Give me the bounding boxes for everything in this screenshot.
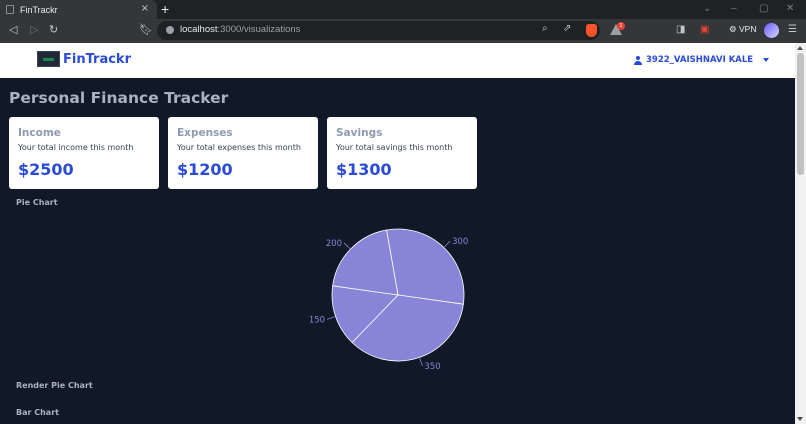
tab-search-icon[interactable]: ⌄ (703, 3, 711, 14)
logo-image[interactable] (37, 51, 60, 67)
rewards-badge: 1 (617, 22, 625, 30)
pie-label-line (419, 357, 423, 367)
close-window-icon[interactable]: ✕ (786, 3, 794, 14)
app-navbar: FinTrackr 3922_VAISHNAVI KALE (0, 43, 795, 78)
user-name: 3922_VAISHNAVI KALE (646, 55, 754, 65)
browser-tab[interactable]: FinTrackr × (0, 0, 157, 19)
tab-title: FinTrackr (20, 4, 58, 15)
expenses-card: Expenses Your total expenses this month … (168, 117, 318, 189)
vpn-button[interactable]: ⚙ VPN (729, 24, 756, 35)
pie-label: 350 (424, 362, 440, 372)
brave-wallet-icon[interactable] (764, 23, 779, 38)
browser-toolbar: ◁ ▷ ↻ 🔖︎ localhost:3000/visualizations ⌕… (0, 19, 806, 43)
address-bar[interactable]: localhost:3000/visualizations ⌕ ⇗ (157, 21, 600, 40)
scroll-thumb[interactable] (797, 53, 804, 175)
new-tab-button[interactable]: + (161, 1, 169, 17)
card-title: Expenses (177, 127, 233, 139)
brave-shields-icon[interactable] (586, 24, 597, 37)
card-subtitle: Your total income this month (18, 143, 134, 152)
maximize-icon[interactable]: ▢ (759, 3, 768, 14)
sidebar-toggle-icon[interactable]: ◨ (676, 24, 685, 35)
browser-tab-strip: FinTrackr × + ⌄ – ▢ ✕ (0, 0, 806, 19)
main-content: Personal Finance Tracker Income Your tot… (0, 78, 795, 424)
menu-icon[interactable]: ☰ (788, 24, 797, 35)
render-pie-chart-button[interactable]: Render Pie Chart (16, 381, 93, 390)
card-title: Savings (336, 127, 383, 139)
forward-icon[interactable]: ▷ (30, 23, 38, 36)
pie-label: 200 (326, 239, 342, 249)
user-menu[interactable]: 3922_VAISHNAVI KALE (634, 55, 770, 65)
scroll-up-icon[interactable] (797, 46, 803, 50)
page-scrollbar[interactable] (795, 43, 806, 424)
share-icon[interactable]: ⇗ (563, 23, 571, 34)
brand-link[interactable]: FinTrackr (63, 52, 131, 67)
favicon-icon (6, 5, 14, 14)
page-title: Personal Finance Tracker (9, 89, 229, 107)
zoom-icon[interactable]: ⌕ (542, 23, 548, 34)
minimize-icon[interactable]: – (731, 3, 737, 14)
card-subtitle: Your total savings this month (336, 143, 453, 152)
bookmark-icon[interactable]: 🔖︎ (139, 23, 153, 36)
pie-slice[interactable] (332, 229, 399, 296)
card-subtitle: Your total expenses this month (177, 143, 301, 152)
user-icon (634, 55, 642, 65)
pie-label-line (326, 316, 336, 320)
reload-icon[interactable]: ↻ (49, 23, 58, 36)
pie-label-line (443, 240, 451, 248)
pie-label: 150 (309, 315, 325, 325)
card-value: $2500 (18, 160, 74, 179)
site-info-icon[interactable] (166, 26, 174, 34)
scroll-down-icon[interactable] (797, 417, 803, 421)
card-value: $1200 (177, 160, 233, 179)
card-value: $1300 (336, 160, 392, 179)
income-card: Income Your total income this month $250… (9, 117, 159, 189)
url-text: localhost:3000/visualizations (180, 24, 301, 35)
pie-chart: 300 350 150 200 (309, 228, 468, 372)
tab-close-icon[interactable]: × (141, 3, 149, 14)
card-title: Income (18, 127, 61, 139)
pie-chart-heading: Pie Chart (16, 198, 58, 207)
wallet-notification-icon[interactable]: ▣ (700, 24, 709, 35)
bar-chart-heading: Bar Chart (16, 408, 59, 417)
chevron-down-icon[interactable] (763, 58, 770, 62)
pie-label: 300 (452, 237, 468, 247)
pie-label-line (343, 242, 351, 250)
back-icon[interactable]: ◁ (9, 23, 17, 36)
savings-card: Savings Your total savings this month $1… (327, 117, 477, 189)
